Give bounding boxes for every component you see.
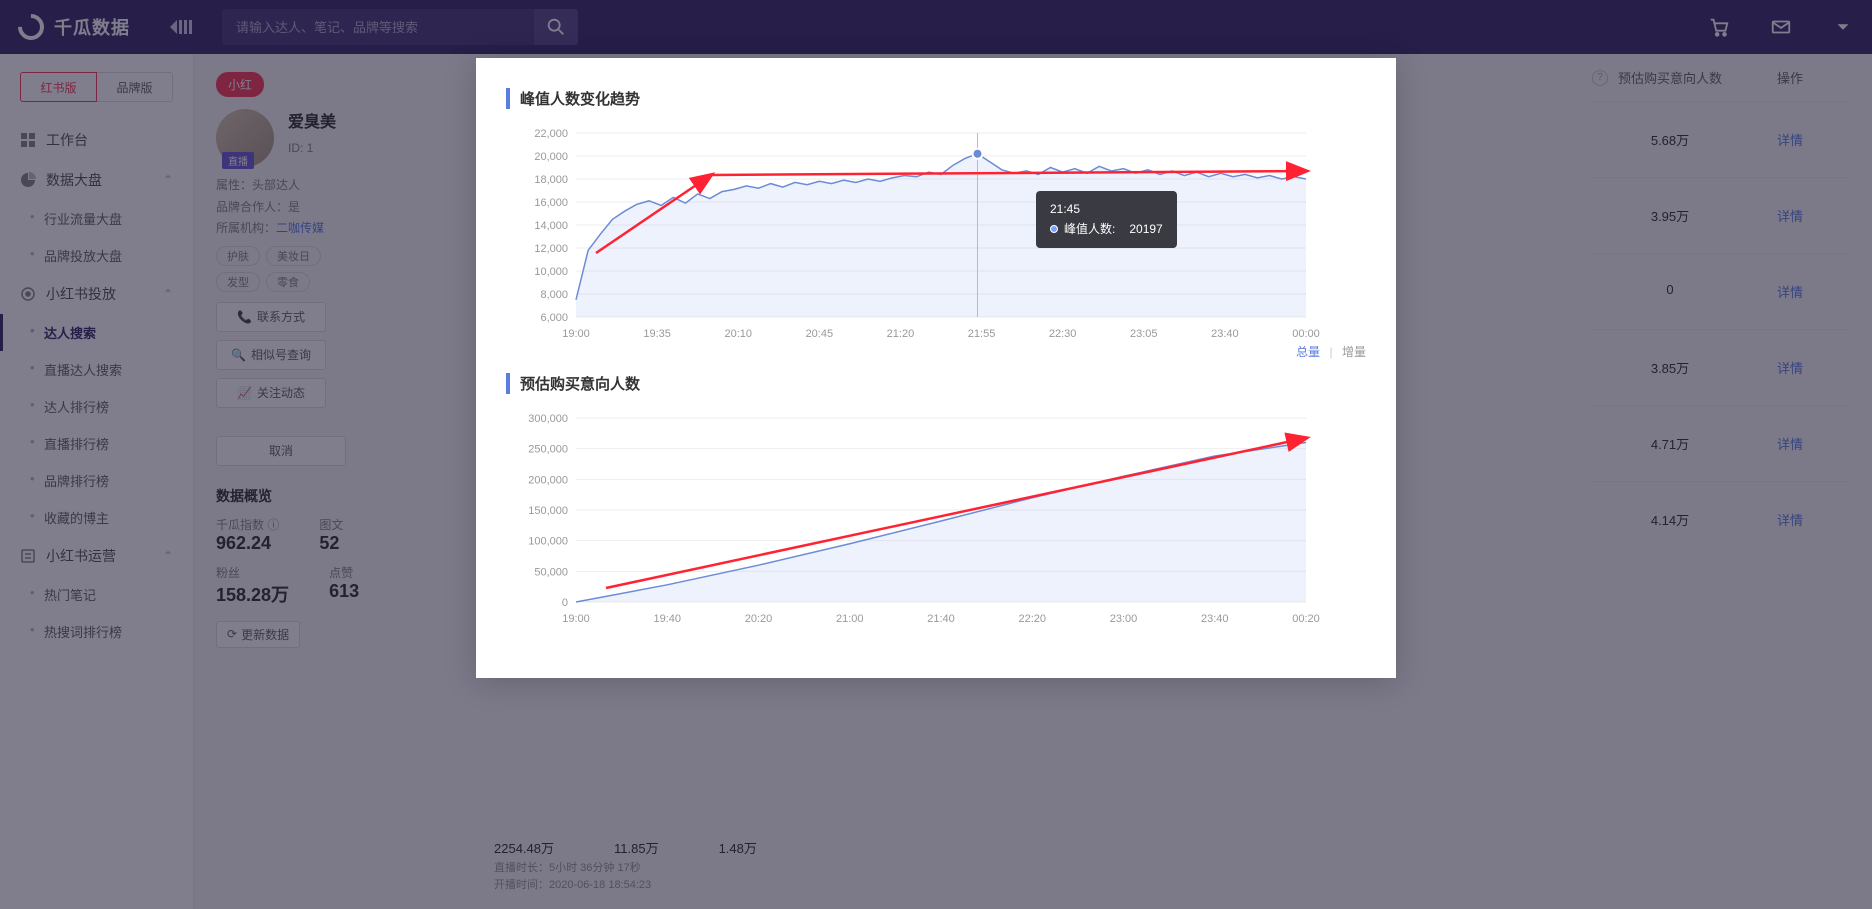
- svg-text:23:40: 23:40: [1211, 328, 1239, 340]
- svg-text:00:00: 00:00: [1292, 328, 1320, 340]
- svg-text:300,000: 300,000: [528, 413, 568, 425]
- svg-text:20,000: 20,000: [534, 151, 568, 163]
- svg-text:18,000: 18,000: [534, 174, 568, 186]
- svg-text:22,000: 22,000: [534, 128, 568, 140]
- tooltip-time: 21:45: [1050, 199, 1163, 219]
- purchase-intent-chart: 0 50,000 100,000 150,000 200,000 250,000 300,0…: [506, 408, 1326, 628]
- svg-text:50,000: 50,000: [534, 566, 568, 578]
- chart1-wrap: 6,000 8,000 10,000 12,000 14,000 16,000 18,000…: [506, 123, 1366, 343]
- svg-text:19:00: 19:00: [562, 328, 590, 340]
- svg-text:100,000: 100,000: [528, 536, 568, 548]
- svg-text:8,000: 8,000: [540, 289, 568, 301]
- svg-text:20:45: 20:45: [806, 328, 834, 340]
- svg-text:12,000: 12,000: [534, 243, 568, 255]
- svg-text:19:40: 19:40: [653, 613, 681, 625]
- chart1-title: 峰值人数变化趋势: [506, 88, 1366, 109]
- toggle-total[interactable]: 总量: [1296, 345, 1320, 359]
- svg-text:23:05: 23:05: [1130, 328, 1158, 340]
- svg-text:6,000: 6,000: [540, 312, 568, 324]
- svg-text:21:20: 21:20: [887, 328, 915, 340]
- chart-tooltip: 21:45 峰值人数:20197: [1036, 191, 1177, 248]
- chart2-wrap: 0 50,000 100,000 150,000 200,000 250,000 300,0…: [506, 408, 1366, 628]
- svg-text:22:20: 22:20: [1018, 613, 1046, 625]
- svg-text:23:00: 23:00: [1110, 613, 1138, 625]
- svg-text:10,000: 10,000: [534, 266, 568, 278]
- svg-text:200,000: 200,000: [528, 474, 568, 486]
- svg-text:23:40: 23:40: [1201, 613, 1229, 625]
- svg-text:14,000: 14,000: [534, 220, 568, 232]
- svg-text:21:00: 21:00: [836, 613, 864, 625]
- svg-text:00:20: 00:20: [1292, 613, 1320, 625]
- svg-text:20:10: 20:10: [724, 328, 752, 340]
- svg-text:150,000: 150,000: [528, 505, 568, 517]
- chart-modal: 峰值人数变化趋势 6,000 8,000 10,000 12,000 14,000 16,…: [476, 58, 1396, 678]
- svg-text:19:35: 19:35: [643, 328, 671, 340]
- peak-viewers-chart: 6,000 8,000 10,000 12,000 14,000 16,000 18,000…: [506, 123, 1326, 343]
- svg-text:19:00: 19:00: [562, 613, 590, 625]
- svg-text:21:55: 21:55: [968, 328, 996, 340]
- chart2-toggle: 总量 | 增量: [1296, 343, 1366, 360]
- chart2-title: 预估购买意向人数: [506, 373, 1366, 394]
- svg-text:0: 0: [562, 597, 568, 609]
- svg-text:22:30: 22:30: [1049, 328, 1077, 340]
- svg-text:16,000: 16,000: [534, 197, 568, 209]
- series-dot-icon: [1050, 225, 1058, 233]
- svg-text:20:20: 20:20: [745, 613, 773, 625]
- toggle-delta[interactable]: 增量: [1342, 345, 1366, 359]
- svg-text:250,000: 250,000: [528, 444, 568, 456]
- svg-text:21:40: 21:40: [927, 613, 955, 625]
